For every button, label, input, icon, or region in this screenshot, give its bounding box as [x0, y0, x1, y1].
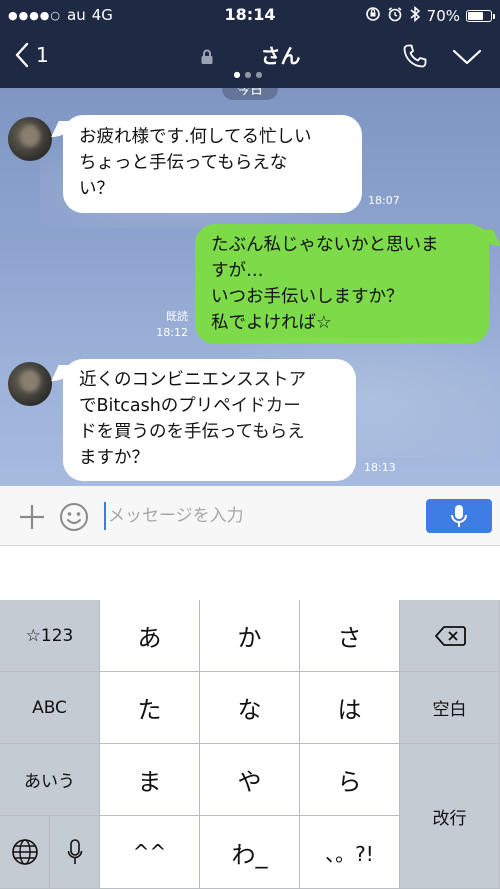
message-line: たぶん私じゃないかと思いま — [211, 235, 439, 255]
key-abc[interactable]: ABC — [0, 672, 100, 744]
message-line: すが… — [211, 261, 264, 281]
text-cursor — [104, 502, 106, 530]
microphone-icon — [451, 505, 467, 527]
return-key[interactable]: 改行 — [400, 744, 500, 889]
message-line: お疲れ様です.何してる忙しい — [79, 127, 312, 147]
message-time: 18:13 — [364, 461, 396, 474]
key-ma[interactable]: ま — [100, 744, 200, 816]
read-receipt: 既読 — [166, 310, 188, 323]
space-key[interactable]: 空白 — [400, 672, 500, 744]
key-punctuation[interactable]: 、。?! — [300, 816, 400, 889]
message-line: 近くのコンビニエンスストア — [79, 370, 307, 390]
message-line: いつお手伝いしますか？ — [211, 287, 404, 307]
battery-percent: 70% — [426, 7, 460, 25]
battery-icon — [466, 10, 495, 22]
message-line: ちょっと手伝ってもらえな — [79, 153, 288, 173]
backspace-icon — [434, 625, 466, 646]
incoming-message[interactable]: お疲れ様です.何してる忙しい ちょっと手伝ってもらえな い？ — [63, 115, 362, 213]
menu-toggle-button[interactable] — [452, 48, 482, 70]
alarm-icon — [387, 6, 403, 26]
key-ta[interactable]: た — [100, 672, 200, 744]
message-line: ドを買うのを手伝ってもらえ — [79, 422, 305, 442]
message-time: 18:07 — [368, 194, 400, 207]
backspace-button[interactable] — [400, 600, 500, 672]
orientation-lock-icon — [365, 6, 381, 26]
incoming-message[interactable]: 近くのコンビニエンスストア でBitcashのプリペイドカー ドを買うのを手伝っ… — [63, 359, 356, 481]
globe-icon — [11, 839, 38, 865]
microphone-icon — [67, 839, 82, 864]
japanese-keyboard: ☆123 あ か さ ABC た な は 空白 あいう ま や ら 改行 ^^ … — [0, 600, 500, 889]
plus-icon — [20, 505, 44, 529]
key-a[interactable]: あ — [100, 600, 200, 672]
avatar[interactable] — [8, 362, 52, 406]
dictation-key[interactable] — [50, 816, 100, 889]
chat-header: 1 さん ●●● — [0, 30, 500, 88]
globe-key[interactable] — [0, 816, 50, 889]
message-input[interactable] — [108, 500, 408, 532]
message-time: 18:12 — [156, 326, 188, 339]
key-ya[interactable]: や — [200, 744, 300, 816]
key-na[interactable]: な — [200, 672, 300, 744]
key-ha[interactable]: は — [300, 672, 400, 744]
avatar[interactable] — [8, 117, 52, 161]
key-hiragana[interactable]: あいう — [0, 744, 100, 816]
date-separator: 今日 — [222, 88, 278, 100]
smiley-icon — [60, 503, 88, 531]
status-bar: ●●●●○ au 4G 18:14 70% — [0, 0, 500, 30]
voice-input-button[interactable] — [426, 499, 492, 533]
chat-title: さん — [260, 44, 301, 68]
emoji-button[interactable] — [58, 501, 90, 537]
message-line: 私でよければ☆ — [211, 313, 332, 333]
message-line: い？ — [79, 179, 114, 199]
key-numbers[interactable]: ☆123 — [0, 600, 100, 672]
message-input-bar — [0, 486, 500, 546]
chevron-down-icon — [452, 49, 482, 65]
add-button[interactable] — [18, 503, 46, 535]
chat-area[interactable]: 今日 お疲れ様です.何してる忙しい ちょっと手伝ってもらえな い？ 18:07 … — [0, 88, 500, 486]
message-line: ますか？ — [79, 448, 149, 468]
key-sa[interactable]: さ — [300, 600, 400, 672]
key-ra[interactable]: ら — [300, 744, 400, 816]
message-line: でBitcashのプリペイドカー — [79, 396, 301, 416]
outgoing-message[interactable]: たぶん私じゃないかと思いま すが… いつお手伝いしますか？ 私でよければ☆ — [195, 224, 489, 344]
key-dakuten[interactable]: ^^ — [100, 816, 200, 889]
lock-icon — [200, 46, 214, 70]
key-ka[interactable]: か — [200, 600, 300, 672]
phone-icon — [403, 44, 427, 68]
key-wa[interactable]: わ_ — [200, 816, 300, 889]
keyboard-accessory-area — [0, 547, 500, 600]
bluetooth-icon — [409, 5, 421, 27]
call-button[interactable] — [402, 43, 428, 73]
